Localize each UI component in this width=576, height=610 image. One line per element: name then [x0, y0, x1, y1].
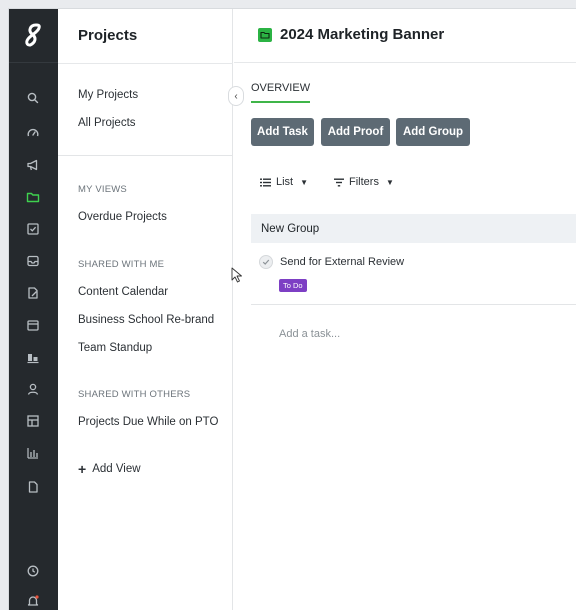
- inbox-icon[interactable]: [21, 251, 45, 271]
- view-team-standup[interactable]: Team Standup: [78, 342, 152, 354]
- status-badge[interactable]: To Do: [279, 279, 307, 292]
- plus-icon: +: [78, 461, 87, 477]
- project-title: 2024 Marketing Banner: [280, 26, 445, 43]
- task-row[interactable]: Send for External Review: [259, 255, 404, 269]
- view-business-school-rebrand[interactable]: Business School Re-brand: [78, 314, 214, 326]
- team-chart-icon[interactable]: [21, 347, 45, 367]
- section-shared-with-others: SHARED WITH OTHERS: [78, 389, 191, 400]
- grid-board-icon[interactable]: [21, 411, 45, 431]
- calendar-icon[interactable]: [21, 315, 45, 335]
- view-content-calendar[interactable]: Content Calendar: [78, 286, 168, 298]
- task-check-icon[interactable]: [21, 219, 45, 239]
- project-title-wrap: 2024 Marketing Banner: [258, 26, 444, 43]
- view-projects-due-pto[interactable]: Projects Due While on PTO: [78, 416, 218, 428]
- document-icon[interactable]: [21, 477, 45, 497]
- group-name: New Group: [261, 222, 320, 235]
- filters-dropdown-label: Filters: [349, 176, 379, 188]
- icon-rail: [9, 9, 58, 610]
- task-complete-checkbox[interactable]: [259, 255, 273, 269]
- divider: [58, 63, 233, 64]
- panel-title: Projects: [78, 27, 138, 44]
- filters-dropdown[interactable]: Filters ▼: [334, 176, 394, 188]
- task-name[interactable]: Send for External Review: [280, 256, 404, 268]
- divider: [251, 304, 576, 305]
- project-main: 2024 Marketing Banner OVERVIEW Add Task …: [234, 9, 576, 610]
- add-task-button[interactable]: Add Task: [251, 118, 314, 146]
- app-window: Projects My Projects All Projects MY VIE…: [8, 8, 576, 610]
- folder-icon: [258, 27, 272, 42]
- divider: [58, 155, 233, 156]
- search-icon[interactable]: [21, 88, 45, 108]
- filter-icon: [334, 178, 344, 186]
- group-header[interactable]: New Group: [251, 214, 576, 243]
- project-header: 2024 Marketing Banner: [234, 9, 576, 63]
- link-my-projects[interactable]: My Projects: [78, 89, 138, 101]
- mouse-cursor-icon: [231, 267, 242, 283]
- section-my-views: MY VIEWS: [78, 184, 127, 195]
- notification-bell-icon[interactable]: [21, 591, 45, 610]
- user-icon[interactable]: [21, 379, 45, 399]
- view-dropdown-label: List: [276, 176, 294, 188]
- add-group-button[interactable]: Add Group: [396, 118, 470, 146]
- add-proof-button[interactable]: Add Proof: [321, 118, 390, 146]
- proof-edit-icon[interactable]: [21, 283, 45, 303]
- tab-overview[interactable]: OVERVIEW: [251, 82, 311, 103]
- list-icon: [260, 178, 271, 186]
- projects-panel: Projects My Projects All Projects MY VIE…: [58, 9, 233, 610]
- view-overdue-projects[interactable]: Overdue Projects: [78, 211, 167, 223]
- megaphone-icon[interactable]: [21, 155, 45, 175]
- folder-icon[interactable]: [21, 187, 45, 207]
- logo-icon[interactable]: [9, 9, 58, 63]
- section-shared-with-me: SHARED WITH ME: [78, 259, 165, 270]
- collapse-panel-button[interactable]: ‹: [228, 86, 244, 106]
- chevron-down-icon: ▼: [385, 177, 394, 187]
- add-view-button[interactable]: + Add View: [78, 462, 141, 476]
- dashboard-gauge-icon[interactable]: [21, 123, 45, 143]
- link-all-projects[interactable]: All Projects: [78, 117, 136, 129]
- chevron-down-icon: ▼: [300, 177, 309, 187]
- view-dropdown[interactable]: List ▼: [260, 176, 308, 188]
- chevron-left-icon: ‹: [234, 90, 238, 102]
- clock-icon[interactable]: [21, 561, 45, 581]
- reports-bar-icon[interactable]: [21, 443, 45, 463]
- add-view-label: Add View: [92, 463, 141, 475]
- add-task-input[interactable]: Add a task...: [279, 328, 340, 340]
